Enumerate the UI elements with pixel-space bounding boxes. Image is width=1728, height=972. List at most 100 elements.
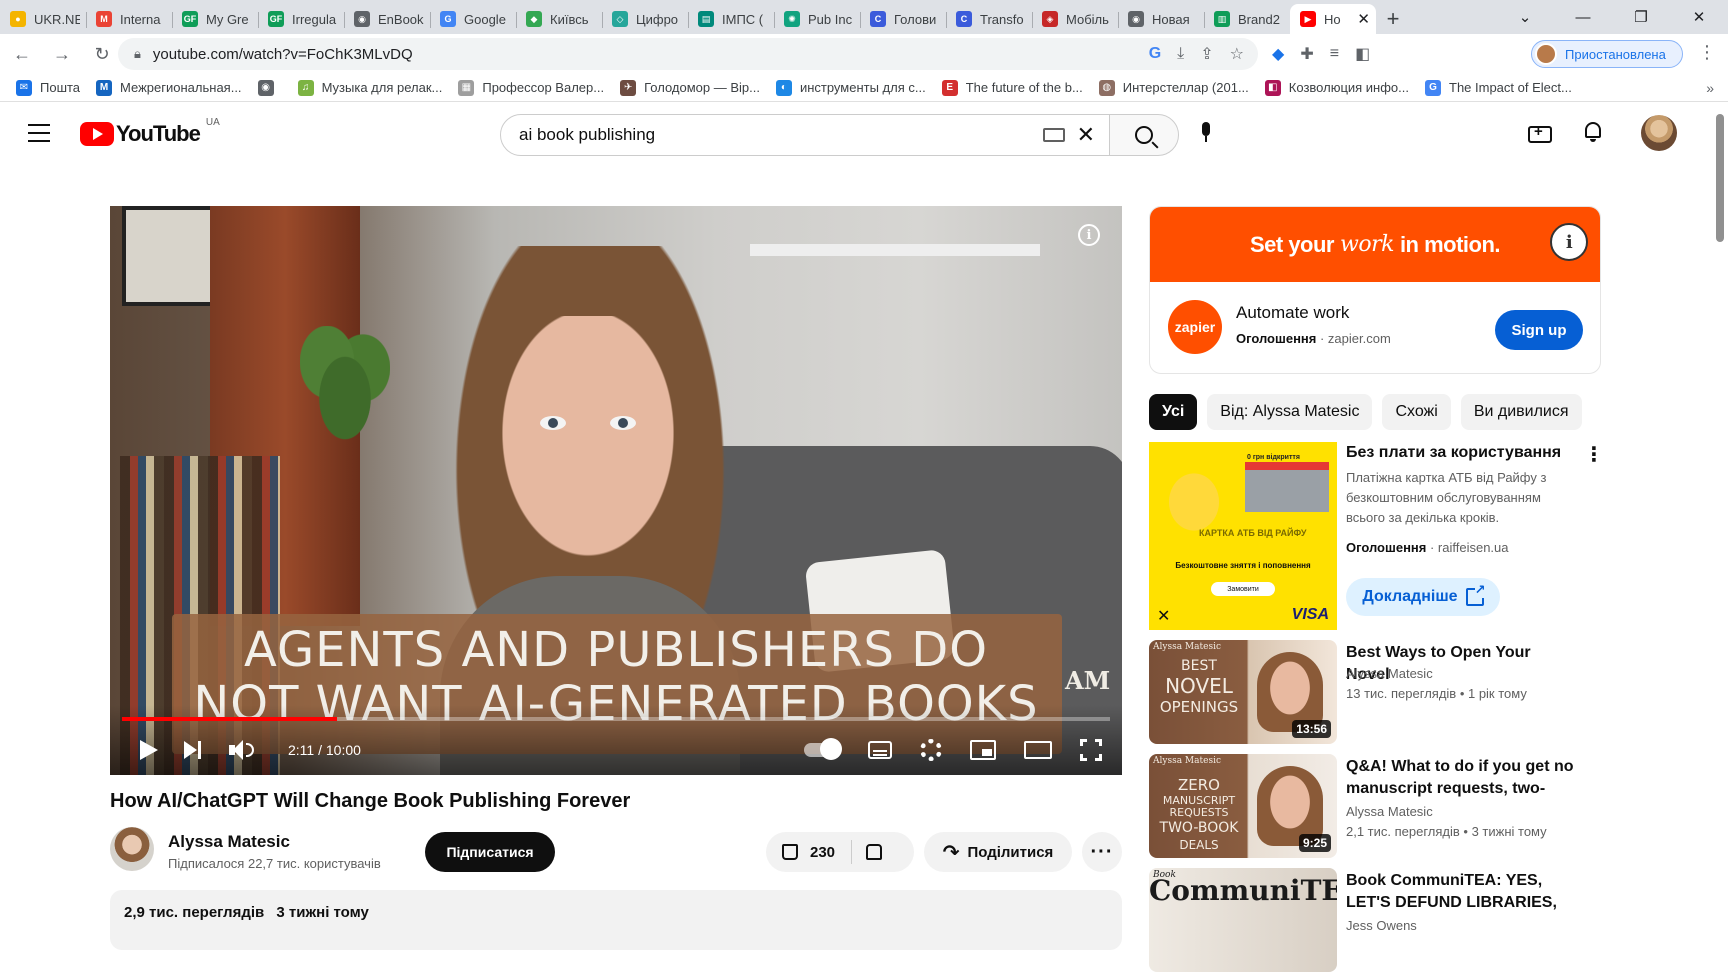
browser-tab[interactable]: ◉ EnBook [344,4,430,34]
bookmark-item[interactable]: ◐ инструменты для с... [775,79,926,96]
miniplayer-icon[interactable] [970,740,996,760]
related-title[interactable]: Book CommuniTEA: YES, LET'S DEFUND LIBRA… [1346,870,1576,914]
subtitles-icon[interactable] [868,741,892,759]
browser-tab[interactable]: C Transfo [946,4,1032,34]
related-title[interactable]: Q&A! What to do if you get no manuscript… [1346,756,1576,800]
close-window-button[interactable]: ✕ [1670,0,1728,34]
bookmarks-overflow-icon[interactable]: » [1706,80,1714,96]
clear-search-icon[interactable]: ✕ [1077,122,1095,148]
url-text[interactable]: youtube.com/watch?v=FoChK3MLvDQ [153,46,413,63]
channel-name[interactable]: Alyssa Matesic [168,832,290,852]
search-button[interactable] [1109,114,1179,156]
theater-mode-icon[interactable] [1024,741,1052,759]
bookmark-item[interactable]: M Межрегиональная... [96,79,242,96]
notifications-bell-icon[interactable] [1583,122,1603,144]
browser-tab[interactable]: GF Irregula [258,4,344,34]
next-video-icon[interactable] [184,741,201,759]
ad-card[interactable]: Set your work in motion. i zapier Automa… [1149,206,1601,374]
restore-button[interactable]: ❐ [1612,0,1670,34]
chip-related[interactable]: Схожі [1382,394,1451,430]
browser-tab[interactable]: ▤ ІМПС ( [688,4,774,34]
browser-tab[interactable]: ◉ Новая [1118,4,1204,34]
learn-more-button[interactable]: Докладніше [1346,578,1500,616]
tab-search-icon[interactable]: ⌄ [1496,0,1554,34]
voice-search-icon[interactable] [1200,122,1212,142]
chip-from-channel[interactable]: Від: Alyssa Matesic [1207,394,1373,430]
new-tab-button[interactable]: + [1376,4,1410,34]
browser-tab[interactable]: M Interna [86,4,172,34]
dislike-button[interactable] [866,844,883,860]
related-video[interactable]: Alyssa Matesic BEST NOVEL OPENINGS 13:56… [1149,640,1601,744]
minimize-button[interactable]: — [1554,0,1612,34]
ad-info-icon[interactable]: i [1550,223,1588,261]
share-page-icon[interactable]: ⇪ [1200,44,1213,64]
bookmark-item[interactable]: ▦ Профессор Валер... [458,79,604,96]
related-thumbnail[interactable]: Book CommuniTEA [1149,868,1337,972]
create-video-icon[interactable] [1528,123,1552,143]
extension-diamond-icon[interactable]: ◆ [1272,44,1284,64]
sponsored-title[interactable]: Без плати за користування [1346,444,1566,462]
fullscreen-icon[interactable] [1080,739,1102,761]
related-video[interactable]: Book CommuniTEA Book CommuniTEA: YES, LE… [1149,868,1601,972]
reload-button[interactable]: ↻ [84,36,120,72]
close-tab-icon[interactable]: ✕ [1357,10,1370,28]
related-channel[interactable]: Alyssa Matesic [1346,666,1433,681]
bookmark-item[interactable]: ◧ Козволюция инфо... [1264,79,1409,96]
chip-all[interactable]: Усі [1149,394,1198,430]
browser-tab[interactable]: ◆ Київсь [516,4,602,34]
chip-watched[interactable]: Ви дивилися [1460,394,1582,430]
description-box[interactable]: 2,9 тис. переглядів 3 тижні тому [110,890,1122,950]
browser-tab[interactable]: C Голови [860,4,946,34]
play-icon[interactable] [140,740,158,760]
extensions-puzzle-icon[interactable]: ✚ [1300,44,1313,64]
ad-banner[interactable]: Set your work in motion. i [1150,207,1600,282]
channel-watermark[interactable]: AM [1065,666,1110,695]
scrollbar-thumb[interactable] [1716,114,1724,242]
media-queue-icon[interactable]: ≡ [1330,45,1339,63]
subscribe-button[interactable]: Підписатися [425,832,555,872]
chrome-menu-icon[interactable]: ⋮ [1698,42,1716,63]
search-input[interactable]: ai book publishing ✕ [500,114,1110,156]
sponsored-thumbnail[interactable]: 0 грн відкриття КАРТКА АТБ ВІД РАЙФУ Без… [1149,442,1337,630]
browser-tab[interactable]: ✺ Pub Inc [774,4,860,34]
autoplay-toggle[interactable] [804,738,842,760]
browser-tab[interactable]: ● UKR.NE [0,4,86,34]
youtube-logo[interactable]: YouTube UA [80,117,220,147]
bookmark-item[interactable]: ♫ Музыка для релак... [297,79,442,96]
browser-tab[interactable]: GF My Gre [172,4,258,34]
settings-gear-icon[interactable] [920,739,942,761]
profile-button[interactable]: Приостановлена [1531,40,1683,68]
volume-icon[interactable] [229,740,254,760]
browser-tab[interactable]: ▶ Ho ✕ [1290,4,1376,34]
more-actions-button[interactable]: ··· [1082,832,1122,872]
bookmark-item[interactable]: ◉ [257,79,282,96]
bookmark-item[interactable]: ✈ Голодомор — Вір... [620,79,760,96]
bookmark-item[interactable]: E The future of the b... [941,79,1083,96]
bookmark-item[interactable]: G The Impact of Elect... [1425,79,1572,96]
address-bar[interactable]: 🔒︎ youtube.com/watch?v=FoChK3MLvDQ G ⤓ ⇪… [118,38,1258,70]
share-button[interactable]: ↷ Поділитися [924,832,1072,872]
like-button[interactable]: 230 [766,840,853,864]
site-info-icon[interactable]: 🔒︎ [134,46,141,62]
info-card-icon[interactable]: i [1078,224,1100,246]
google-icon[interactable]: G [1149,45,1161,63]
guide-menu-icon[interactable] [28,124,50,142]
bookmark-star-icon[interactable]: ☆ [1230,44,1244,64]
bookmark-item[interactable]: ◍ Интерстеллар (201... [1098,79,1249,96]
browser-tab[interactable]: G Google [430,4,516,34]
back-button[interactable]: ← [4,36,40,72]
bookmark-item[interactable]: ✉ Пошта [16,79,80,96]
browser-tab[interactable]: ▥ Brand2 [1204,4,1290,34]
browser-tab[interactable]: ◈ Мобіль [1032,4,1118,34]
sponsored-menu-icon[interactable]: ⋮ [1584,442,1604,467]
install-icon[interactable]: ⤓ [1177,45,1184,63]
related-video[interactable]: Alyssa Matesic ZERO MANUSCRIPT REQUESTS … [1149,754,1601,858]
related-thumbnail[interactable]: Alyssa Matesic BEST NOVEL OPENINGS 13:56 [1149,640,1337,744]
channel-avatar[interactable] [110,827,154,871]
forward-button[interactable]: → [44,36,80,72]
progress-bar[interactable] [122,717,1110,721]
keyboard-icon[interactable] [1042,128,1065,142]
side-panel-icon[interactable]: ◧ [1355,44,1370,64]
page-scrollbar[interactable] [1712,102,1728,927]
account-avatar[interactable] [1641,115,1677,151]
